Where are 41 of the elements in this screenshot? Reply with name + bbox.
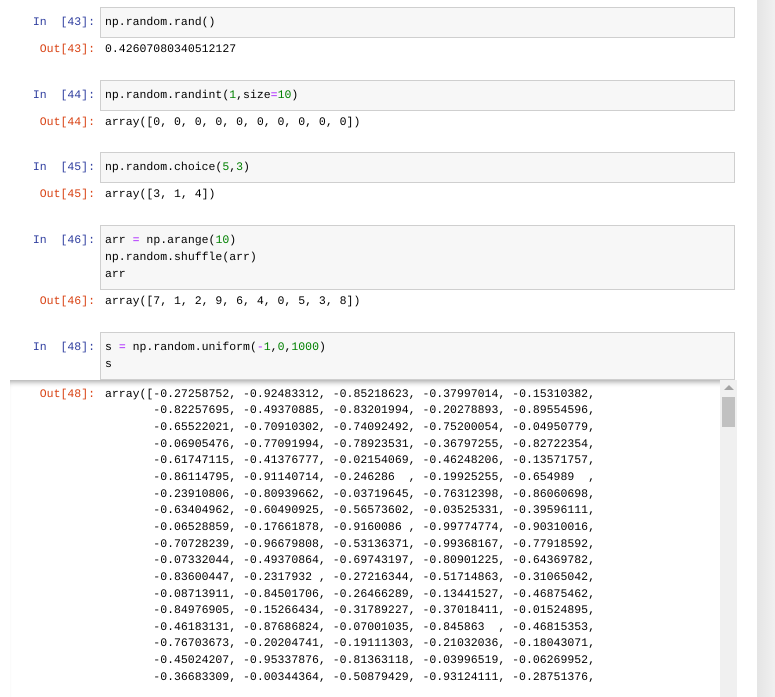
output-line: -0.06905476, -0.77091994, -0.78923531, -0.36797255, -0.82722354, [152, 436, 595, 453]
input-prompt: In [43]: [32, 15, 96, 31]
scroll-up-icon[interactable] [724, 384, 734, 390]
scrollbar[interactable] [720, 380, 737, 697]
output-prompt: Out[48]: [38, 386, 96, 403]
output-prompt: Out[44]: [38, 114, 96, 131]
input-prompt: In [44]: [32, 88, 96, 104]
output-line: -0.83600447, -0.2317932 , -0.27216344, -0.51714863, -0.31065042, [152, 570, 595, 586]
output-line: array([3, 1, 4]) [105, 187, 216, 204]
output-line: array([7, 1, 2, 9, 6, 4, 0, 5, 3, 8]) [105, 294, 360, 310]
output-line: -0.23910806, -0.80939662, -0.03719645, -0.76312398, -0.86060698, [152, 486, 595, 503]
input-prompt: In [48]: [32, 340, 96, 356]
code-input[interactable]: np.random.choice(5,3) [100, 152, 735, 184]
output-line: array([0, 0, 0, 0, 0, 0, 0, 0, 0, 0]) [105, 114, 360, 131]
output-line: -0.86114795, -0.91140714, -0.246286 , -0.19925255, -0.654989 , [152, 470, 595, 486]
output-line: -0.82257695, -0.49370885, -0.83201994, -0.20278893, -0.89554596, [152, 403, 595, 420]
output-line: -0.84976905, -0.15266434, -0.31789227, -0.37018411, -0.01524895, [152, 603, 595, 620]
output-line: -0.65522021, -0.70910302, -0.74092492, -0.75200054, -0.04950779, [152, 420, 595, 436]
output-line: array([-0.27258752, -0.92483312, -0.85218623, -0.37997014, -0.15310382, [105, 386, 595, 403]
code-input[interactable]: np.random.rand() [100, 7, 735, 38]
input-prompt: In [46]: [32, 232, 96, 249]
output-line: -0.08713911, -0.84501706, -0.26466289, -0.13441527, -0.46875462, [152, 586, 595, 602]
code-input[interactable]: arr = np.arange(10) np.random.shuffle(arr) arr [100, 224, 735, 290]
output-line: -0.61747115, -0.41376777, -0.02154069, -0.46248206, -0.13571757, [152, 453, 595, 470]
output-prompt: Out[45]: [38, 187, 96, 204]
output-line: -0.63404962, -0.60490925, -0.56573602, -0.03525331, -0.39596111, [152, 503, 595, 520]
output-line: -0.45024207, -0.95337876, -0.81363118, -0.03996519, -0.06269952, [152, 653, 595, 670]
output-prompt: Out[43]: [38, 42, 96, 58]
page-scrollbar[interactable] [757, 0, 775, 697]
output-line: 0.42607080340512127 [105, 42, 236, 58]
output-line: -0.46183131, -0.87686824, -0.07001035, -0.845863 , -0.46815353, [152, 620, 595, 636]
code-input[interactable]: s = np.random.uniform(-1,0,1000) s [100, 332, 735, 380]
code-input[interactable]: np.random.randint(1,size=10) [100, 80, 735, 111]
output-line: -0.07332044, -0.49370864, -0.69743197, -0.80901225, -0.64369782, [152, 553, 595, 570]
scrollbar-thumb[interactable] [722, 396, 735, 427]
output-line: -0.36683309, -0.00344364, -0.50879429, -0.93124111, -0.28751376, [152, 670, 595, 686]
output-line: -0.76703673, -0.20204741, -0.19111303, -0.21032036, -0.18043071, [152, 636, 595, 652]
output-prompt: Out[46]: [38, 294, 96, 310]
input-prompt: In [45]: [32, 160, 96, 176]
output-line: -0.06528859, -0.17661878, -0.9160086 , -0.99774774, -0.90310016, [152, 520, 595, 536]
output-line: -0.70728239, -0.96679808, -0.53136371, -0.99368167, -0.77918592, [152, 536, 595, 553]
